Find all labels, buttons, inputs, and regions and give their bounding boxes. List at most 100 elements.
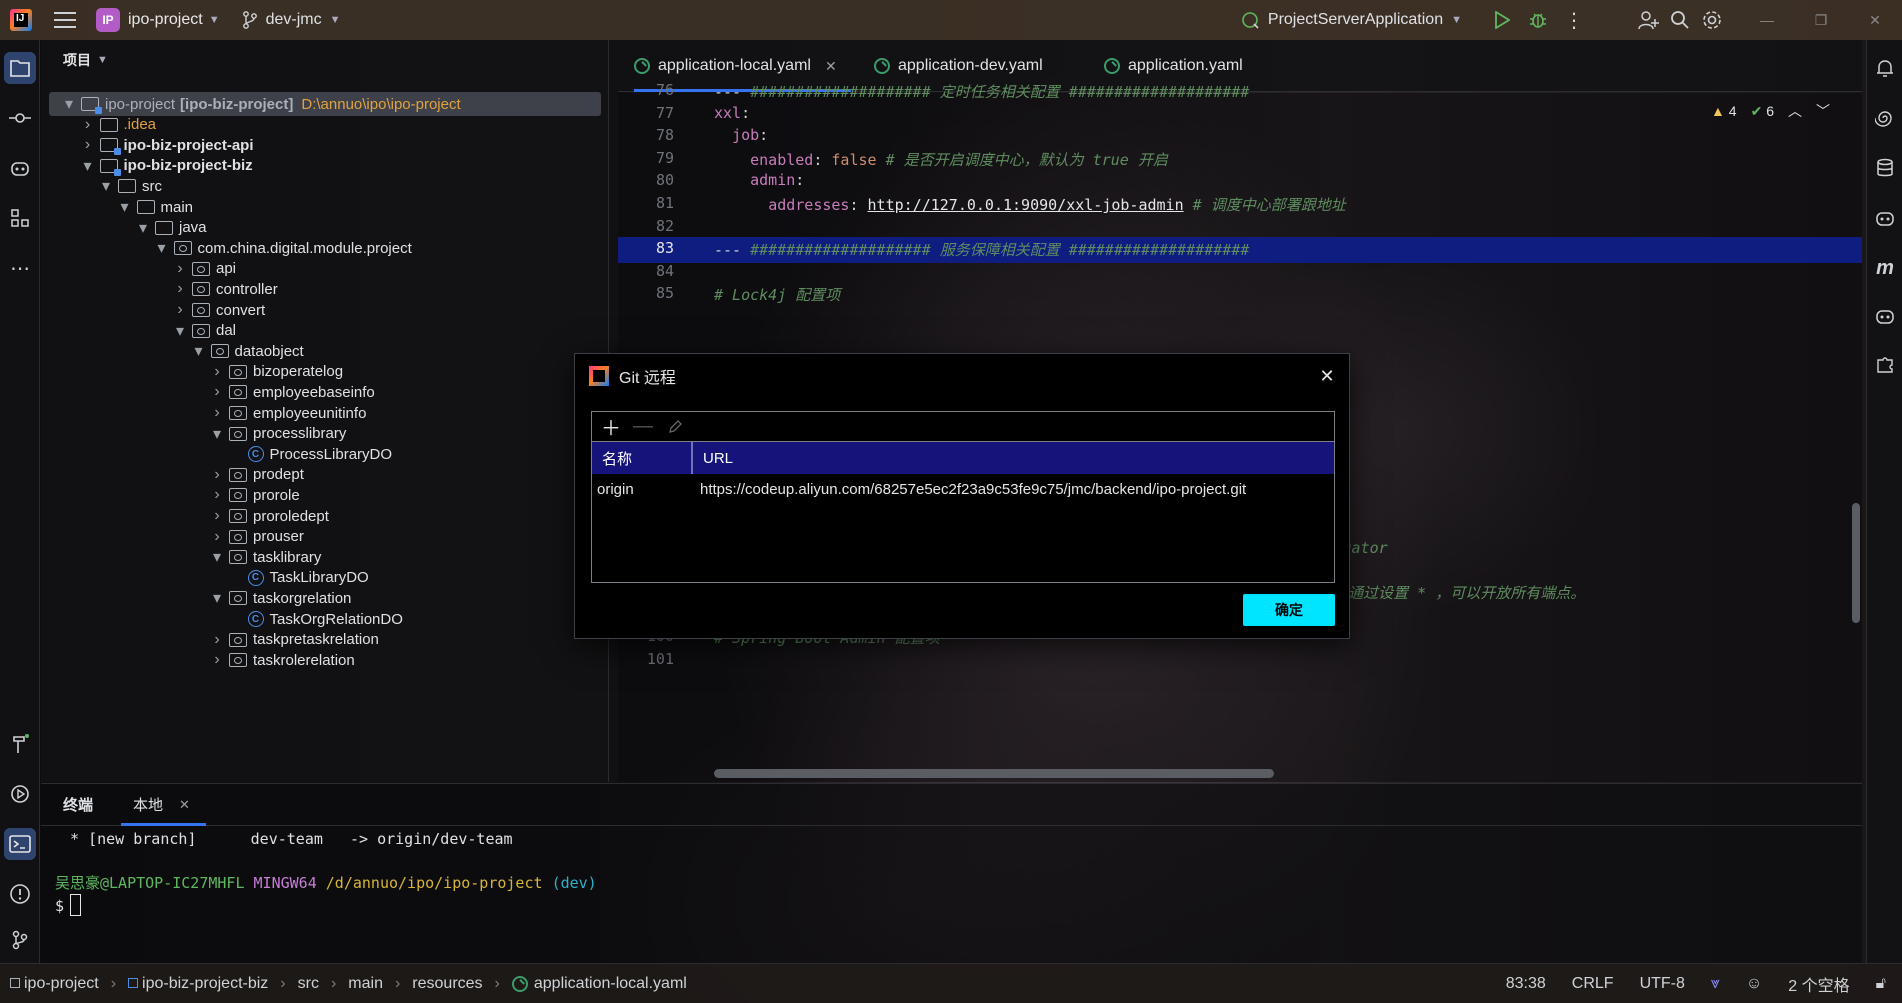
chevron-right-icon[interactable]: › [209,404,225,422]
chevron-down-icon[interactable]: ▾ [154,238,170,258]
chevron-down-icon[interactable]: ▾ [98,176,114,196]
maven-button[interactable]: m [1871,254,1899,282]
chevron-up-icon[interactable]: ︿ [1788,101,1802,121]
indent-setting[interactable]: 2 个空格 [1788,972,1849,996]
chevron-down-icon[interactable]: ▾ [117,197,133,217]
breadcrumb-item[interactable]: main [348,975,383,993]
project-panel-header[interactable]: 项目 ▼ [41,40,608,80]
chevron-down-icon[interactable]: ﹀ [1816,101,1830,121]
project-tool-button[interactable] [4,52,36,84]
inspection-widget[interactable]: ▲ 4 ✔ 6 ︿ ﹀ [1711,101,1830,121]
build-tool-button[interactable] [4,728,36,760]
chevron-right-icon[interactable]: › [209,486,225,504]
lock-icon[interactable]: 🔓︎ [1876,975,1886,993]
chevron-right-icon[interactable]: › [209,651,225,669]
chevron-right-icon[interactable]: › [209,363,225,381]
vertical-scrollbar[interactable] [1852,503,1860,623]
remove-remote-button[interactable]: — [630,415,656,439]
breadcrumb-item[interactable]: resources [412,975,482,993]
vuejs-icon[interactable]: ⩔ [1711,975,1720,993]
tab-local[interactable]: 本地 ✕ [109,784,206,826]
code-with-me-button[interactable] [1634,6,1662,34]
chevron-right-icon[interactable]: › [80,116,96,134]
caret-position[interactable]: 83:38 [1506,975,1546,993]
code-line[interactable]: # Lock4j 配置项 [714,284,840,305]
project-switcher[interactable]: ipo-project ▼ [128,11,220,29]
chevron-down-icon[interactable]: ▾ [61,94,77,114]
close-icon[interactable]: ✕ [825,58,837,75]
git-tool-button[interactable] [4,924,36,956]
column-header-name[interactable]: 名称 [592,442,693,474]
close-icon[interactable]: ✕ [179,797,190,813]
maximize-button[interactable]: ❐ [1794,0,1848,40]
ai-assistant-button[interactable] [1871,104,1899,132]
database-button[interactable] [1871,154,1899,182]
chevron-down-icon[interactable]: ▾ [209,547,225,567]
chevron-right-icon[interactable]: › [209,631,225,649]
chevron-down-icon[interactable]: ▾ [209,424,225,444]
line-separator[interactable]: CRLF [1572,975,1614,993]
breadcrumb-item[interactable]: ipo-project [10,975,99,993]
column-header-url[interactable]: URL [693,450,733,467]
copilot-chat-button[interactable] [1871,204,1899,232]
main-menu-button[interactable] [54,12,76,28]
plugin-button[interactable] [1871,350,1899,378]
more-actions-button[interactable]: ⋮ [1560,6,1588,34]
close-window-button[interactable]: ✕ [1848,0,1902,40]
code-line[interactable]: job: [714,126,768,144]
chevron-down-icon[interactable]: ▾ [172,321,188,341]
ok-button[interactable]: 确定 [1243,594,1335,626]
copilot-tool-button[interactable] [4,152,36,184]
structure-tool-button[interactable] [4,202,36,234]
chevron-down-icon[interactable]: ▾ [209,588,225,608]
code-line[interactable]: addresses: http://127.0.0.1:9090/xxl-job… [714,194,1346,215]
chevron-right-icon[interactable]: › [172,260,188,278]
chevron-right-icon[interactable]: › [209,383,225,401]
tree-node[interactable]: › taskrolerelation [41,648,609,672]
services-tool-button[interactable] [4,778,36,810]
dialog-header: Git 远程 [575,354,1349,398]
branch-switcher[interactable]: dev-jmc ▼ [242,11,341,29]
terminal-output[interactable]: * [new branch] dev-team -> origin/dev-te… [41,826,1862,916]
chevron-down-icon[interactable]: ▾ [135,218,151,238]
chevron-right-icon[interactable]: › [209,466,225,484]
minimize-button[interactable]: — [1740,0,1794,40]
commit-tool-button[interactable] [4,102,36,134]
more-tools-button[interactable]: ⋯ [4,252,36,284]
problems-tool-button[interactable] [4,878,36,910]
settings-button[interactable] [1698,6,1726,34]
debug-button[interactable] [1524,6,1552,34]
prompt-env: MINGW64 [253,874,317,892]
chevron-right-icon[interactable]: › [209,528,225,546]
code-line[interactable]: --- #################### 定时任务相关配置 ######… [714,81,1249,102]
breadcrumb-item[interactable]: application-local.yaml [511,975,687,993]
run-configuration-selector[interactable]: ProjectServerApplication ▼ [1240,10,1462,30]
table-row[interactable]: origin https://codeup.aliyun.com/68257e5… [592,474,1334,504]
chevron-right-icon[interactable]: › [172,301,188,319]
line-number: 78 [655,126,674,145]
breadcrumb-item[interactable]: src [298,975,319,993]
search-everywhere-button[interactable] [1666,6,1694,34]
copilot-status-icon[interactable]: ☺ [1746,975,1762,993]
chevron-right-icon[interactable]: › [209,507,225,525]
edit-remote-button[interactable] [662,415,688,439]
module-icon [10,977,20,988]
terminal-tool-button[interactable] [4,828,36,860]
terminal-input-line[interactable]: $ [55,894,1862,916]
chevron-right-icon[interactable]: › [80,136,96,154]
breadcrumb-item[interactable]: ipo-biz-project-biz [128,975,268,993]
add-remote-button[interactable]: ＋ [598,415,624,440]
code-line[interactable]: enabled: false # 是否开启调度中心，默认为 true 开启 [714,149,1168,170]
chevron-down-icon[interactable]: ▾ [80,156,96,176]
close-icon[interactable]: ✕ [1315,364,1339,388]
code-line[interactable]: admin: [714,171,804,189]
copilot-edits-button[interactable] [1871,302,1899,330]
file-encoding[interactable]: UTF-8 [1640,975,1685,993]
code-line[interactable]: xxl: [714,104,750,122]
notifications-button[interactable] [1871,54,1899,82]
horizontal-scrollbar[interactable] [714,769,1274,778]
code-line[interactable]: --- #################### 服务保障相关配置 ######… [714,239,1249,260]
run-button[interactable] [1488,6,1516,34]
chevron-right-icon[interactable]: › [172,280,188,298]
chevron-down-icon[interactable]: ▾ [191,341,207,361]
